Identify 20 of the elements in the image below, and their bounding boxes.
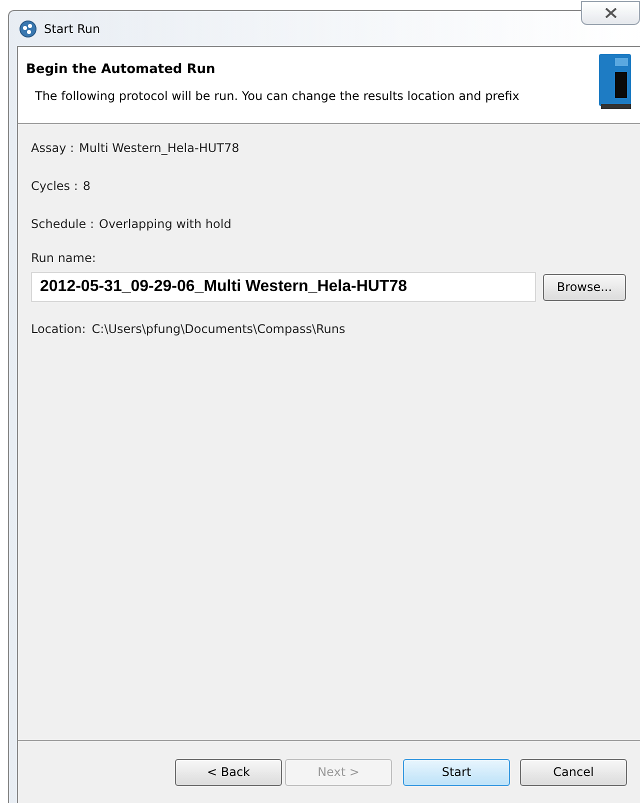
dialog-button[interactable]: Start (403, 758, 510, 786)
info-value: 8 (82, 178, 91, 195)
location-path: C:\Users\pfung\Documents\Compass\Runs (92, 321, 346, 338)
close-button[interactable] (581, 1, 640, 25)
app-logo-icon (19, 20, 37, 38)
info-value: Overlapping with hold (99, 216, 232, 233)
info-label: Assay : (31, 140, 74, 157)
info-label: Cycles : (31, 178, 78, 195)
dialog-button[interactable]: < Back (175, 758, 282, 786)
dialog-button[interactable]: Cancel (520, 758, 627, 786)
info-value: Multi Western_Hela-HUT78 (79, 140, 240, 157)
window-title: Start Run (44, 20, 100, 38)
run-name-field[interactable]: 2012-05-31_09-29-06_Multi Western_Hela-HUT78 (31, 272, 536, 302)
close-icon (604, 8, 616, 18)
header-title: Begin the Automated Run (26, 61, 216, 79)
browse-button[interactable]: Browse... (543, 274, 626, 300)
header-description: The following protocol will be run. You can change the results location and prefix (35, 88, 520, 104)
location-label: Location: (31, 321, 86, 338)
info-label: Schedule : (31, 216, 94, 233)
run-name-label: Run name: (31, 250, 97, 267)
